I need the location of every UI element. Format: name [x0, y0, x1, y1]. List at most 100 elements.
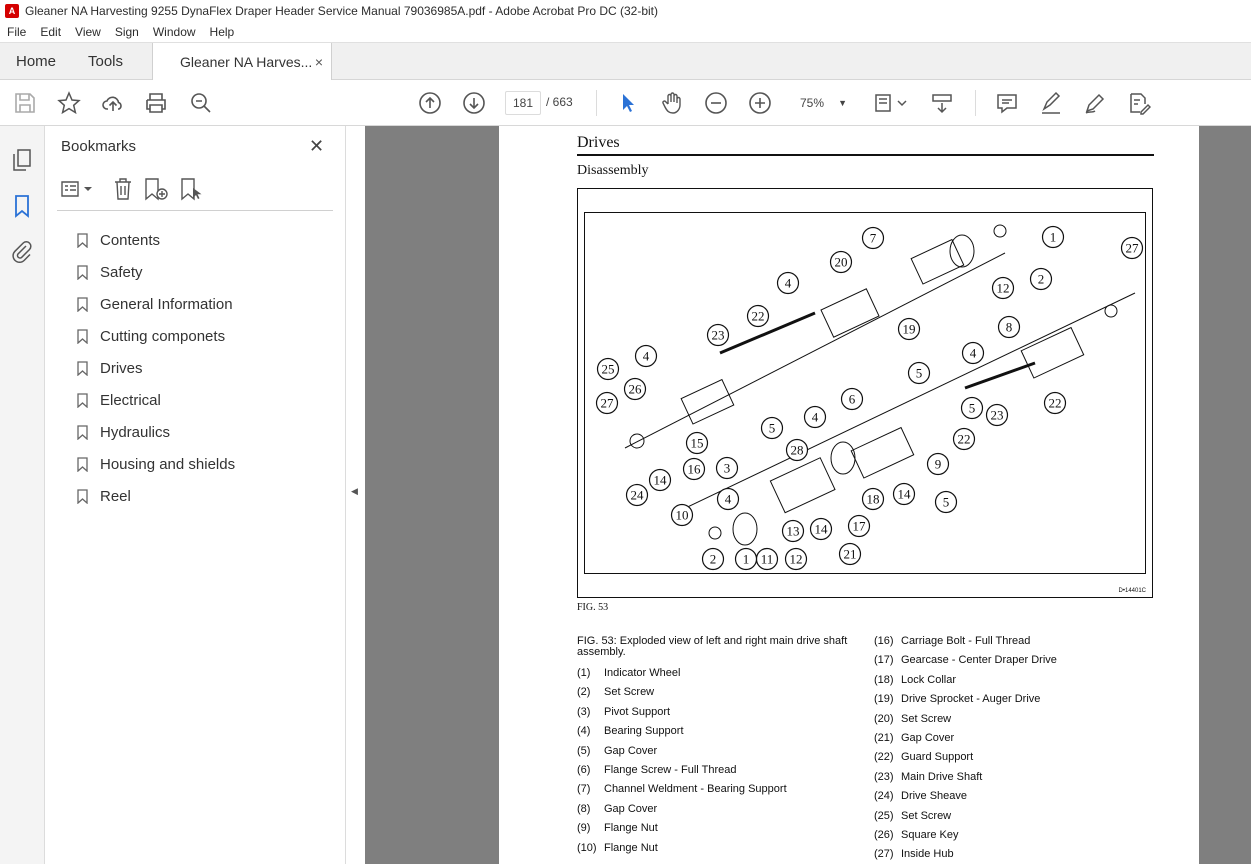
parts-list-item: (6) Flange Screw - Full Thread: [577, 764, 736, 776]
bookmark-safety[interactable]: Safety: [77, 256, 235, 288]
close-icon[interactable]: ✕: [309, 136, 324, 157]
delete-bookmark-icon[interactable]: [112, 177, 134, 201]
bookmark-label: Contents: [100, 231, 161, 249]
bookmarks-panel-icon[interactable]: [10, 194, 34, 218]
part-name: Drive Sprocket - Auger Drive: [901, 693, 1041, 706]
bookmark-options-icon[interactable]: [60, 178, 94, 200]
callout-label: 22: [958, 432, 971, 447]
zoom-in-icon[interactable]: [748, 91, 772, 115]
tab-document[interactable]: Gleaner NA Harves... ×: [152, 43, 332, 81]
callout-label: 4: [785, 276, 792, 291]
scrollbar[interactable]: [1236, 126, 1251, 864]
draw-sign-icon[interactable]: [1083, 91, 1107, 115]
part-number: (21): [874, 732, 894, 744]
parts-list-item: (4) Bearing Support: [577, 725, 684, 737]
panel-collapse-handle[interactable]: ◀: [346, 126, 365, 864]
tab-close-icon[interactable]: ×: [315, 43, 323, 81]
bookmark-icon: [77, 232, 88, 248]
menu-sign[interactable]: Sign: [115, 25, 139, 39]
exploded-view-diagram: 1272027124819222354225254262715562322416…: [595, 224, 1144, 571]
bookmark-cutting-components[interactable]: Cutting componets: [77, 320, 235, 352]
part-number: (9): [577, 822, 591, 835]
part-number: (2): [577, 686, 591, 699]
zoom-select[interactable]: 75% ▼: [791, 91, 853, 115]
bookmark-electrical[interactable]: Electrical: [77, 384, 235, 416]
toolbar: 181 / 663 75% ▼: [0, 80, 1251, 126]
bookmark-label: Hydraulics: [100, 423, 171, 441]
new-bookmark-icon[interactable]: [144, 177, 170, 201]
parts-list-item: (23) Main Drive Shaft: [874, 771, 982, 783]
bookmark-general-information[interactable]: General Information: [77, 288, 235, 320]
bookmark-drives[interactable]: Drives: [77, 352, 235, 384]
callout-label: 15: [691, 436, 704, 451]
menu-view[interactable]: View: [75, 25, 101, 39]
part-number: (1): [577, 667, 591, 679]
hand-tool-icon[interactable]: [660, 91, 684, 115]
next-page-icon[interactable]: [462, 91, 486, 115]
bookmark-icon: [77, 264, 88, 280]
tab-home[interactable]: Home: [16, 43, 56, 81]
chevron-left-icon: ◀: [351, 486, 358, 496]
callout-label: 26: [629, 382, 643, 397]
zoom-value: 75%: [800, 96, 825, 110]
edit-pdf-icon[interactable]: [1127, 91, 1152, 115]
tab-tools[interactable]: Tools: [88, 43, 123, 81]
bookmark-star-icon[interactable]: [57, 91, 81, 115]
attachments-icon[interactable]: [10, 240, 34, 264]
bookmark-label: Cutting componets: [100, 327, 226, 345]
part-name: Guard Support: [901, 751, 974, 764]
menu-window[interactable]: Window: [153, 25, 196, 39]
callout-label: 24: [631, 488, 645, 503]
callout-label: 23: [712, 328, 725, 343]
menu-file[interactable]: File: [7, 25, 26, 39]
page-thumbnails-icon[interactable]: [10, 148, 34, 172]
part-number: (7): [577, 783, 591, 796]
callout-label: 14: [898, 487, 912, 502]
previous-page-icon[interactable]: [418, 91, 442, 115]
part-name: Main Drive Shaft: [901, 770, 983, 783]
highlight-pen-icon[interactable]: [1039, 91, 1063, 115]
figure-inner-border: 1 2 7 20 27 12 4 8 19 22 23 5 4 22 5 25 4 26 27 15 5 6 23 22 4 16…: [584, 212, 1146, 574]
bookmark-icon: [77, 392, 88, 408]
print-icon[interactable]: [144, 91, 168, 115]
part-number: (26): [874, 829, 894, 841]
page-number-input[interactable]: 181: [505, 91, 541, 115]
upload-cloud-icon[interactable]: [101, 91, 125, 115]
part-number: (4): [577, 725, 591, 738]
bookmark-hydraulics[interactable]: Hydraulics: [77, 416, 235, 448]
bookmark-housing-and-shields[interactable]: Housing and shields: [77, 448, 235, 480]
bookmark-contents[interactable]: Contents: [77, 224, 235, 256]
menu-bar: File Edit View Sign Window Help: [0, 22, 1251, 42]
part-number: (5): [577, 744, 591, 757]
bookmark-icon: [77, 296, 88, 312]
callout-label: 1: [743, 552, 750, 567]
menu-help[interactable]: Help: [210, 25, 235, 39]
menu-edit[interactable]: Edit: [40, 25, 61, 39]
bookmark-from-selection-icon[interactable]: [180, 177, 204, 201]
parts-list-item: (16) Carriage Bolt - Full Thread: [874, 635, 1030, 647]
toolbar-divider: [975, 90, 976, 116]
part-number: (6): [577, 764, 591, 776]
parts-list-item: (7) Channel Weldment - Bearing Support: [577, 783, 787, 795]
part-name: Set Screw: [604, 686, 655, 699]
zoom-out-icon[interactable]: [704, 91, 728, 115]
callout-label: 23: [991, 408, 1004, 423]
parts-list-item: (1) Indicator Wheel: [577, 667, 680, 679]
callout-label: 25: [602, 362, 615, 377]
comment-icon[interactable]: [995, 91, 1019, 115]
bookmark-label: Safety: [100, 263, 143, 281]
parts-list-item: (25) Set Screw: [874, 810, 951, 822]
select-cursor-icon[interactable]: [616, 91, 640, 115]
document-viewport[interactable]: Drives Disassembly 1 2 7 20 27 12 4 8 19…: [365, 126, 1251, 864]
callout-label: 19: [903, 322, 916, 337]
save-icon[interactable]: [13, 91, 37, 115]
bookmark-reel[interactable]: Reel: [77, 480, 235, 512]
callout-label: 1: [1050, 230, 1057, 245]
callout-label: 5: [943, 495, 950, 510]
scroll-mode-icon[interactable]: [930, 91, 954, 115]
figure-frame: 1 2 7 20 27 12 4 8 19 22 23 5 4 22 5 25 4 26 27 15 5 6 23 22 4 16…: [577, 188, 1153, 598]
bookmark-icon: [77, 456, 88, 472]
page-fit-icon[interactable]: [873, 91, 909, 115]
toolbar-divider: [596, 90, 597, 116]
zoom-search-icon[interactable]: [189, 91, 213, 115]
